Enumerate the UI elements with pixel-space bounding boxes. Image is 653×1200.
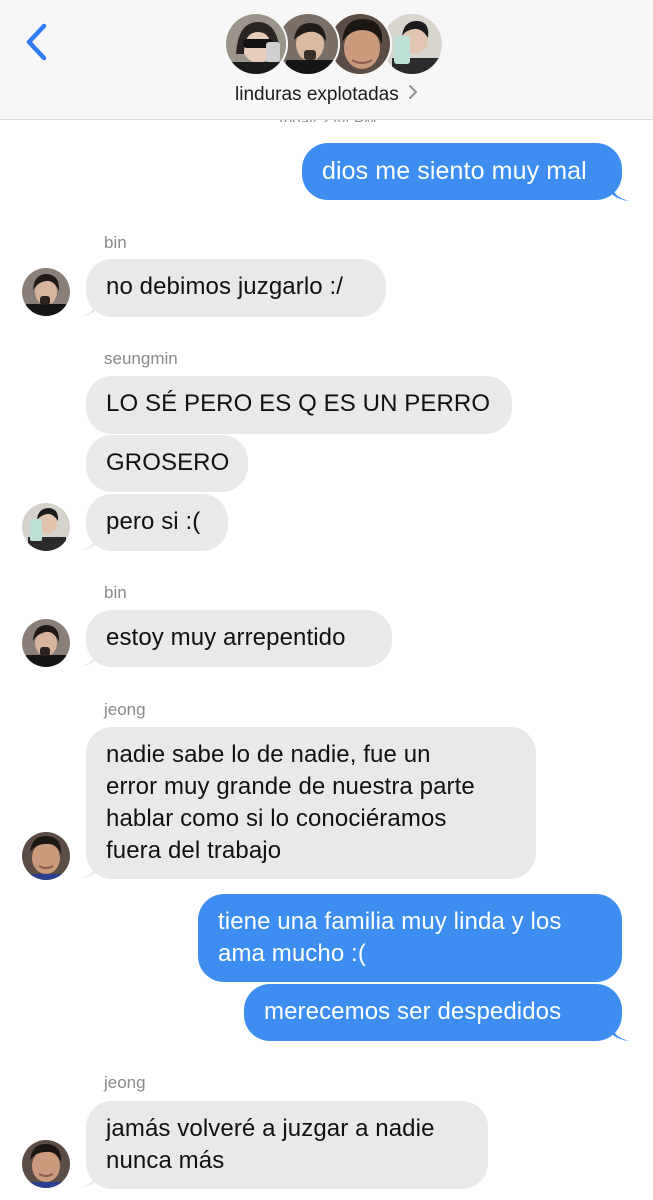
sender-avatar: [22, 619, 70, 667]
message-text: GROSERO: [106, 449, 230, 476]
sender-name: jeong: [104, 700, 146, 719]
incoming-message[interactable]: nadie sabe lo de nadie, fue un error muy…: [86, 727, 536, 879]
incoming-message[interactable]: no debimos juzgarlo :/: [86, 259, 386, 317]
bubble-tail-icon: [612, 1026, 630, 1041]
bubble-tail-icon: [78, 1173, 96, 1188]
messages-screen: linduras explotadas Today 2:44 PM dios m…: [0, 0, 653, 1200]
message-text: pero si :(: [106, 508, 201, 535]
outgoing-message[interactable]: merecemos ser despedidos: [244, 984, 622, 1041]
incoming-message[interactable]: pero si :(: [86, 494, 228, 551]
back-chevron-icon[interactable]: [20, 20, 54, 64]
bubble-tail-icon: [78, 536, 96, 551]
sender-avatar: [22, 832, 70, 880]
bubble-tail-icon: [612, 186, 630, 201]
bubble-tail-icon: [78, 864, 96, 879]
incoming-message[interactable]: LO SÉ PERO ES Q ES UN PERRO: [86, 376, 512, 434]
participant-avatar: [224, 12, 288, 76]
message-text: merecemos ser despedidos: [264, 998, 562, 1025]
bubble-tail-icon: [78, 652, 96, 667]
message-line: nunca más: [106, 1147, 225, 1174]
message-text: dios me siento muy mal: [322, 157, 587, 185]
chevron-right-icon: [408, 84, 418, 106]
outgoing-message[interactable]: tiene una familia muy linda y los ama mu…: [198, 894, 622, 982]
message-line: tiene una familia muy linda y los: [218, 908, 562, 935]
bubble-tail-icon: [78, 302, 96, 317]
group-avatars[interactable]: [224, 12, 444, 78]
sender-name: jeong: [104, 1073, 146, 1092]
outgoing-message[interactable]: dios me siento muy mal: [302, 143, 622, 200]
message-line: jamás volveré a juzgar a nadie: [106, 1115, 435, 1142]
sender-name: bin: [104, 233, 127, 252]
message-line: error muy grande de nuestra parte: [106, 773, 475, 800]
message-text: estoy muy arrepentido: [106, 624, 346, 651]
group-name: linduras explotadas: [235, 84, 399, 106]
sender-avatar: [22, 268, 70, 316]
message-text: no debimos juzgarlo :/: [106, 273, 343, 300]
conversation-header: linduras explotadas: [0, 0, 653, 120]
group-name-button[interactable]: linduras explotadas: [0, 84, 653, 106]
sender-avatar: [22, 1140, 70, 1188]
sender-avatar: [22, 503, 70, 551]
message-line: ama mucho :(: [218, 940, 366, 967]
message-line: fuera del trabajo: [106, 837, 282, 864]
message-line: nadie sabe lo de nadie, fue un: [106, 741, 431, 768]
sender-name: seungmin: [104, 349, 178, 368]
message-line: hablar como si lo conociéramos: [106, 805, 447, 832]
incoming-message[interactable]: GROSERO: [86, 435, 248, 492]
message-text: LO SÉ PERO ES Q ES UN PERRO: [106, 390, 491, 417]
incoming-message[interactable]: jamás volveré a juzgar a nadie nunca más: [86, 1101, 488, 1189]
sender-name: bin: [104, 583, 127, 602]
incoming-message[interactable]: estoy muy arrepentido: [86, 610, 392, 667]
